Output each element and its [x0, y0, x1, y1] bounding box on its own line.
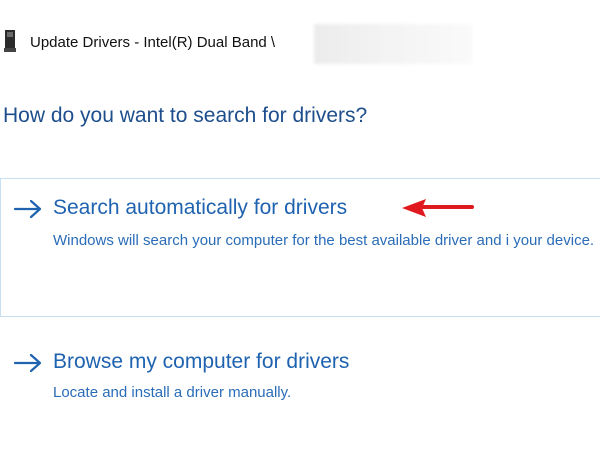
browse-computer-title: Browse my computer for drivers [53, 350, 350, 373]
red-arrow-annotation [402, 199, 474, 217]
search-automatically-title: Search automatically for drivers [53, 196, 348, 219]
search-automatically-description: Windows will search your computer for th… [53, 232, 595, 249]
arrow-right-icon [13, 199, 42, 219]
browse-computer-description: Locate and install a driver manually. [53, 384, 292, 401]
window-titlebar: Update Drivers - Intel(R) Dual Band \ [0, 0, 600, 72]
arrow-right-icon [13, 353, 42, 373]
browse-computer-option[interactable]: Browse my computer for drivers Locate an… [0, 340, 600, 420]
window-title: Update Drivers - Intel(R) Dual Band \ [30, 34, 276, 51]
redacted-title-area [314, 24, 472, 64]
page-heading: How do you want to search for drivers? [3, 104, 368, 127]
search-automatically-option[interactable]: Search automatically for drivers Windows… [0, 178, 600, 317]
device-icon [4, 30, 16, 52]
